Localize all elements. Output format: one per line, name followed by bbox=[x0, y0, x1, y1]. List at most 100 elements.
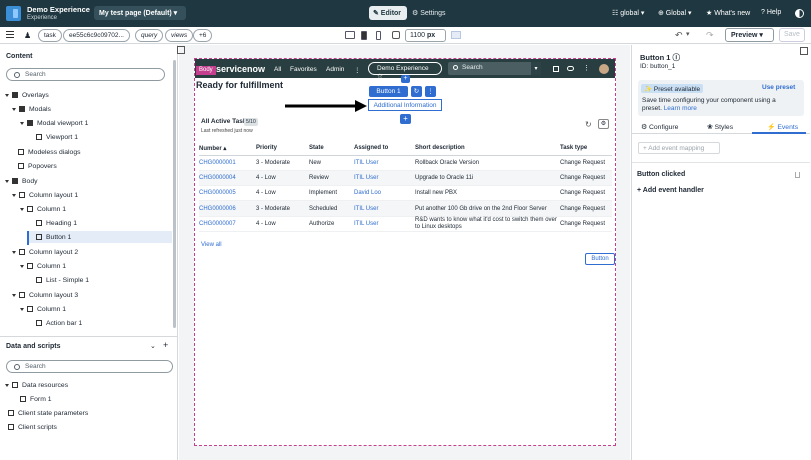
param-chip-views[interactable]: views bbox=[165, 29, 194, 42]
cell-assigned[interactable]: ITIL User bbox=[354, 155, 415, 171]
cell-assigned[interactable]: ITIL User bbox=[354, 170, 415, 187]
demo-experience-pill[interactable]: Demo Experience ☆ bbox=[368, 62, 442, 80]
delete-icon[interactable] bbox=[795, 172, 800, 178]
tree-item-modeless[interactable]: Modeless dialogs bbox=[18, 146, 81, 158]
selected-button-1[interactable]: Button 1 bbox=[369, 86, 408, 97]
cell-assigned[interactable]: ITIL User bbox=[354, 200, 415, 217]
add-above-icon[interactable]: + bbox=[401, 75, 410, 83]
fit-icon[interactable] bbox=[451, 31, 461, 39]
tab-styles[interactable]: ❀ Styles bbox=[707, 123, 733, 131]
param-chip-task[interactable]: task bbox=[38, 29, 62, 42]
tree-item-column-1b[interactable]: Column 1 bbox=[20, 260, 66, 272]
theme-toggle-icon[interactable] bbox=[795, 9, 804, 18]
globe-icon[interactable] bbox=[553, 66, 559, 72]
tab-configure[interactable]: ⚙ Configure bbox=[641, 123, 678, 131]
desktop-icon[interactable] bbox=[345, 31, 355, 39]
refresh-icon[interactable]: ↻ bbox=[585, 120, 592, 129]
additional-information-button[interactable]: Additional Information bbox=[368, 99, 442, 111]
orientation-icon[interactable] bbox=[392, 31, 400, 39]
avatar[interactable] bbox=[599, 64, 609, 74]
menu-icon[interactable] bbox=[6, 31, 14, 38]
nav-more-icon[interactable]: ⋮ bbox=[354, 66, 361, 74]
undo-dropdown-icon[interactable]: ▾ bbox=[686, 30, 690, 38]
body-tag[interactable]: Body bbox=[196, 66, 216, 75]
width-input[interactable]: 1100 px bbox=[405, 29, 446, 42]
tree-item-action-bar[interactable]: Action bar 1 bbox=[36, 317, 82, 329]
col-type[interactable]: Task type bbox=[560, 142, 612, 156]
tree-item-button-1[interactable]: Button 1 bbox=[29, 231, 172, 243]
use-preset-link[interactable]: Use preset bbox=[762, 84, 795, 91]
undo-icon[interactable]: ↶ bbox=[675, 30, 683, 41]
canvas-scrollbar[interactable] bbox=[626, 45, 629, 460]
scope-selector[interactable]: ☷ global ▾ bbox=[612, 9, 644, 17]
col-number[interactable]: Number ▴ bbox=[199, 142, 256, 156]
param-chip-more[interactable]: +6 bbox=[193, 29, 213, 42]
add-event-mapping-button[interactable]: + Add event mapping bbox=[638, 142, 720, 154]
settings-gear-icon[interactable]: ⚙ bbox=[598, 119, 609, 129]
add-event-handler-button[interactable]: + Add event handler bbox=[637, 187, 704, 194]
nav-all[interactable]: All bbox=[274, 66, 281, 73]
tree-item-modal-viewport[interactable]: Modal viewport 1 bbox=[20, 117, 88, 129]
data-search-input[interactable]: Search bbox=[6, 360, 173, 373]
panel-toggle-icon[interactable] bbox=[177, 46, 185, 54]
mobile-icon[interactable] bbox=[376, 31, 381, 40]
learn-more-link[interactable]: Learn more bbox=[664, 105, 697, 112]
navbar-search-input[interactable]: Search bbox=[448, 62, 541, 75]
col-priority[interactable]: Priority bbox=[256, 142, 309, 156]
cell-number[interactable]: CHG0000005 bbox=[199, 185, 256, 202]
editor-button[interactable]: ✎ Editor bbox=[369, 6, 407, 20]
param-chip-query[interactable]: query bbox=[135, 29, 164, 42]
cell-assigned[interactable]: David Loo bbox=[354, 185, 415, 202]
tree-item-column-layout-1[interactable]: Column layout 1 bbox=[12, 189, 78, 201]
action-bar-button[interactable]: Button bbox=[585, 253, 615, 265]
redo-icon[interactable]: ↷ bbox=[706, 30, 714, 41]
tab-events[interactable]: ⚡ Events bbox=[767, 123, 798, 131]
tree-item-client-state[interactable]: Client state parameters bbox=[8, 407, 88, 419]
tree-item-viewport-1[interactable]: Viewport 1 bbox=[36, 131, 78, 143]
save-button[interactable]: Save bbox=[779, 28, 805, 42]
cell-number[interactable]: CHG0000006 bbox=[199, 200, 256, 217]
view-all-link[interactable]: View all bbox=[201, 242, 222, 248]
tree-item-body[interactable]: Body bbox=[5, 175, 38, 187]
tree-scrollbar[interactable] bbox=[173, 60, 176, 328]
cell-number[interactable]: CHG0000001 bbox=[199, 155, 256, 171]
language-selector[interactable]: ⊕ Global ▾ bbox=[658, 9, 692, 17]
col-state[interactable]: State bbox=[309, 142, 354, 156]
collapse-chevron-icon[interactable]: ⌄ bbox=[150, 342, 156, 350]
col-description[interactable]: Short description bbox=[415, 142, 560, 156]
apps-icon[interactable]: ⋮ bbox=[583, 64, 590, 72]
tree-item-column-1[interactable]: Column 1 bbox=[20, 203, 66, 215]
link-icon[interactable]: ↻ bbox=[411, 86, 422, 97]
person-icon[interactable]: ♟ bbox=[24, 31, 31, 40]
nav-admin[interactable]: Admin bbox=[326, 66, 344, 73]
add-data-icon[interactable]: + bbox=[163, 340, 168, 350]
help-link[interactable]: ? Help bbox=[761, 9, 781, 16]
tree-item-client-scripts[interactable]: Client scripts bbox=[8, 421, 57, 433]
tree-item-popovers[interactable]: Popovers bbox=[18, 160, 57, 172]
content-search-input[interactable]: Search bbox=[6, 68, 165, 81]
cell-number[interactable]: CHG0000007 bbox=[199, 216, 256, 232]
tablet-icon[interactable] bbox=[361, 31, 367, 40]
tree-item-form-1[interactable]: Form 1 bbox=[20, 393, 52, 405]
add-below-icon[interactable]: + bbox=[400, 114, 411, 124]
settings-button[interactable]: ⚙ Settings bbox=[410, 6, 448, 20]
tree-item-column-1c[interactable]: Column 1 bbox=[20, 303, 66, 315]
tree-item-modals[interactable]: Modals bbox=[12, 103, 51, 115]
page-selector[interactable]: My test page (Default) ▾ bbox=[94, 6, 186, 20]
search-dropdown-icon[interactable]: ▾ bbox=[531, 62, 541, 75]
nav-favorites[interactable]: Favorites bbox=[290, 66, 317, 73]
chat-icon[interactable] bbox=[567, 66, 574, 71]
whats-new-link[interactable]: ★ What's new bbox=[706, 9, 750, 17]
cell-number[interactable]: CHG0000004 bbox=[199, 170, 256, 187]
tree-item-data-resources[interactable]: Data resources bbox=[5, 379, 68, 391]
preview-button[interactable]: Preview ▾ bbox=[725, 28, 774, 42]
param-chip-id[interactable]: ee55c6c9c09702... bbox=[63, 29, 130, 42]
panel-toggle-icon[interactable] bbox=[800, 47, 808, 55]
tree-item-column-layout-3[interactable]: Column layout 3 bbox=[12, 289, 78, 301]
tree-item-overlays[interactable]: Overlays bbox=[5, 89, 49, 101]
more-options-icon[interactable]: ⋮ bbox=[425, 86, 436, 97]
cell-assigned[interactable]: ITIL User bbox=[354, 216, 415, 232]
tree-item-list-simple[interactable]: List - Simple 1 bbox=[36, 274, 89, 286]
col-assigned[interactable]: Assigned to bbox=[354, 142, 415, 156]
tree-item-heading-1[interactable]: Heading 1 bbox=[36, 217, 77, 229]
